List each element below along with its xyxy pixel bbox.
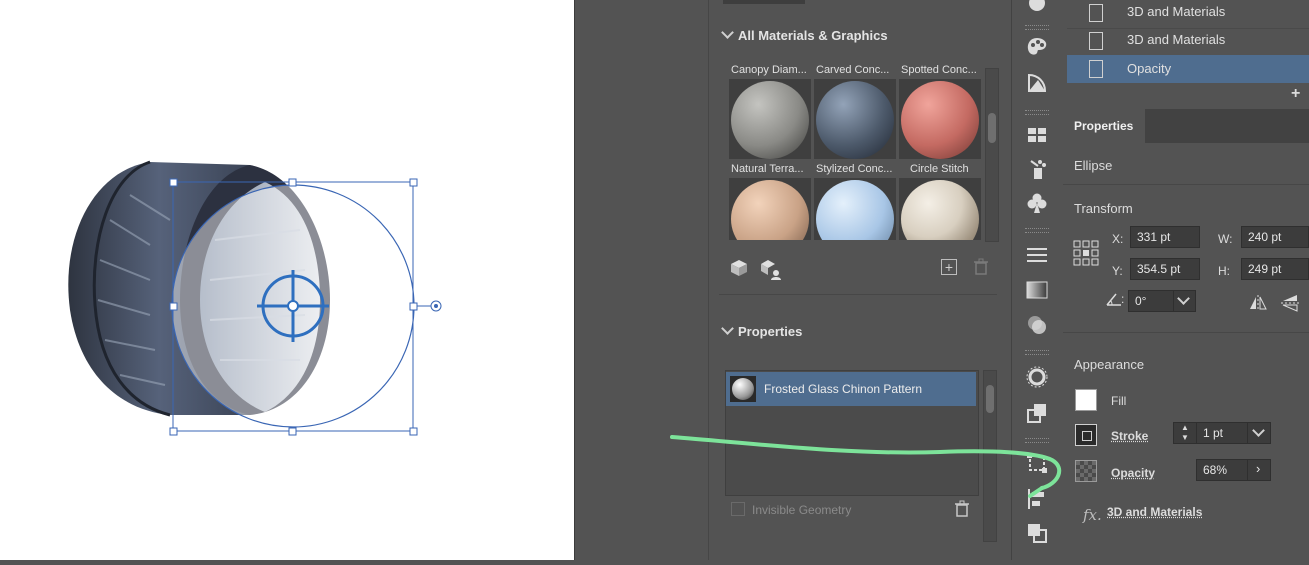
annotation-arrow xyxy=(0,0,1309,560)
